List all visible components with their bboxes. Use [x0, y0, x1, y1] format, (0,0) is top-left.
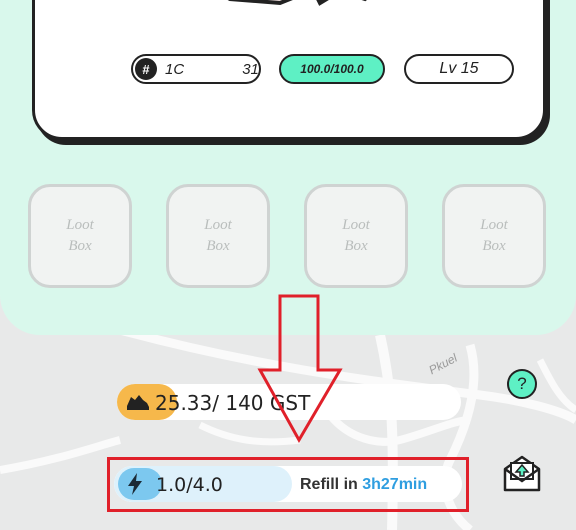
gst-value: 25.33/ 140 GST: [155, 391, 311, 415]
loot-box-label: Box: [206, 238, 230, 254]
loot-box-label: Loot: [342, 217, 370, 233]
loot-box-label: Box: [482, 238, 506, 254]
loot-box-label: Loot: [480, 217, 508, 233]
help-button[interactable]: ?: [507, 369, 537, 399]
sneaker-card[interactable]: # 1C 31 100.0/100.0 Lv 15: [32, 0, 546, 140]
loot-box-slot[interactable]: Loot Box: [28, 184, 132, 288]
loot-box-label: Box: [68, 238, 92, 254]
durability-pill: 100.0/100.0: [279, 54, 385, 84]
loot-box-slot[interactable]: Loot Box: [304, 184, 408, 288]
sneaker-id-suffix: 31: [242, 60, 259, 78]
sneaker-icon: [227, 0, 367, 6]
hash-icon: #: [135, 58, 157, 80]
highlight-box: [107, 457, 469, 512]
loot-box-label: Loot: [204, 217, 232, 233]
running-shoe-icon: [127, 395, 149, 410]
level-pill: Lv 15: [404, 54, 514, 84]
mail-icon[interactable]: [502, 455, 542, 493]
loot-box-slot[interactable]: Loot Box: [442, 184, 546, 288]
sneaker-id-pill: # 1C 31: [131, 54, 261, 84]
loot-box-label: Box: [344, 238, 368, 254]
gst-cap-bar: 25.33/ 140 GST: [117, 384, 461, 420]
loot-box-slot[interactable]: Loot Box: [166, 184, 270, 288]
sneaker-panel: # 1C 31 100.0/100.0 Lv 15 Loot Box Loot …: [0, 0, 576, 335]
help-icon: ?: [517, 374, 527, 393]
sneaker-id-prefix: 1C: [165, 60, 185, 78]
redacted-id: [184, 62, 243, 76]
loot-box-label: Loot: [66, 217, 94, 233]
